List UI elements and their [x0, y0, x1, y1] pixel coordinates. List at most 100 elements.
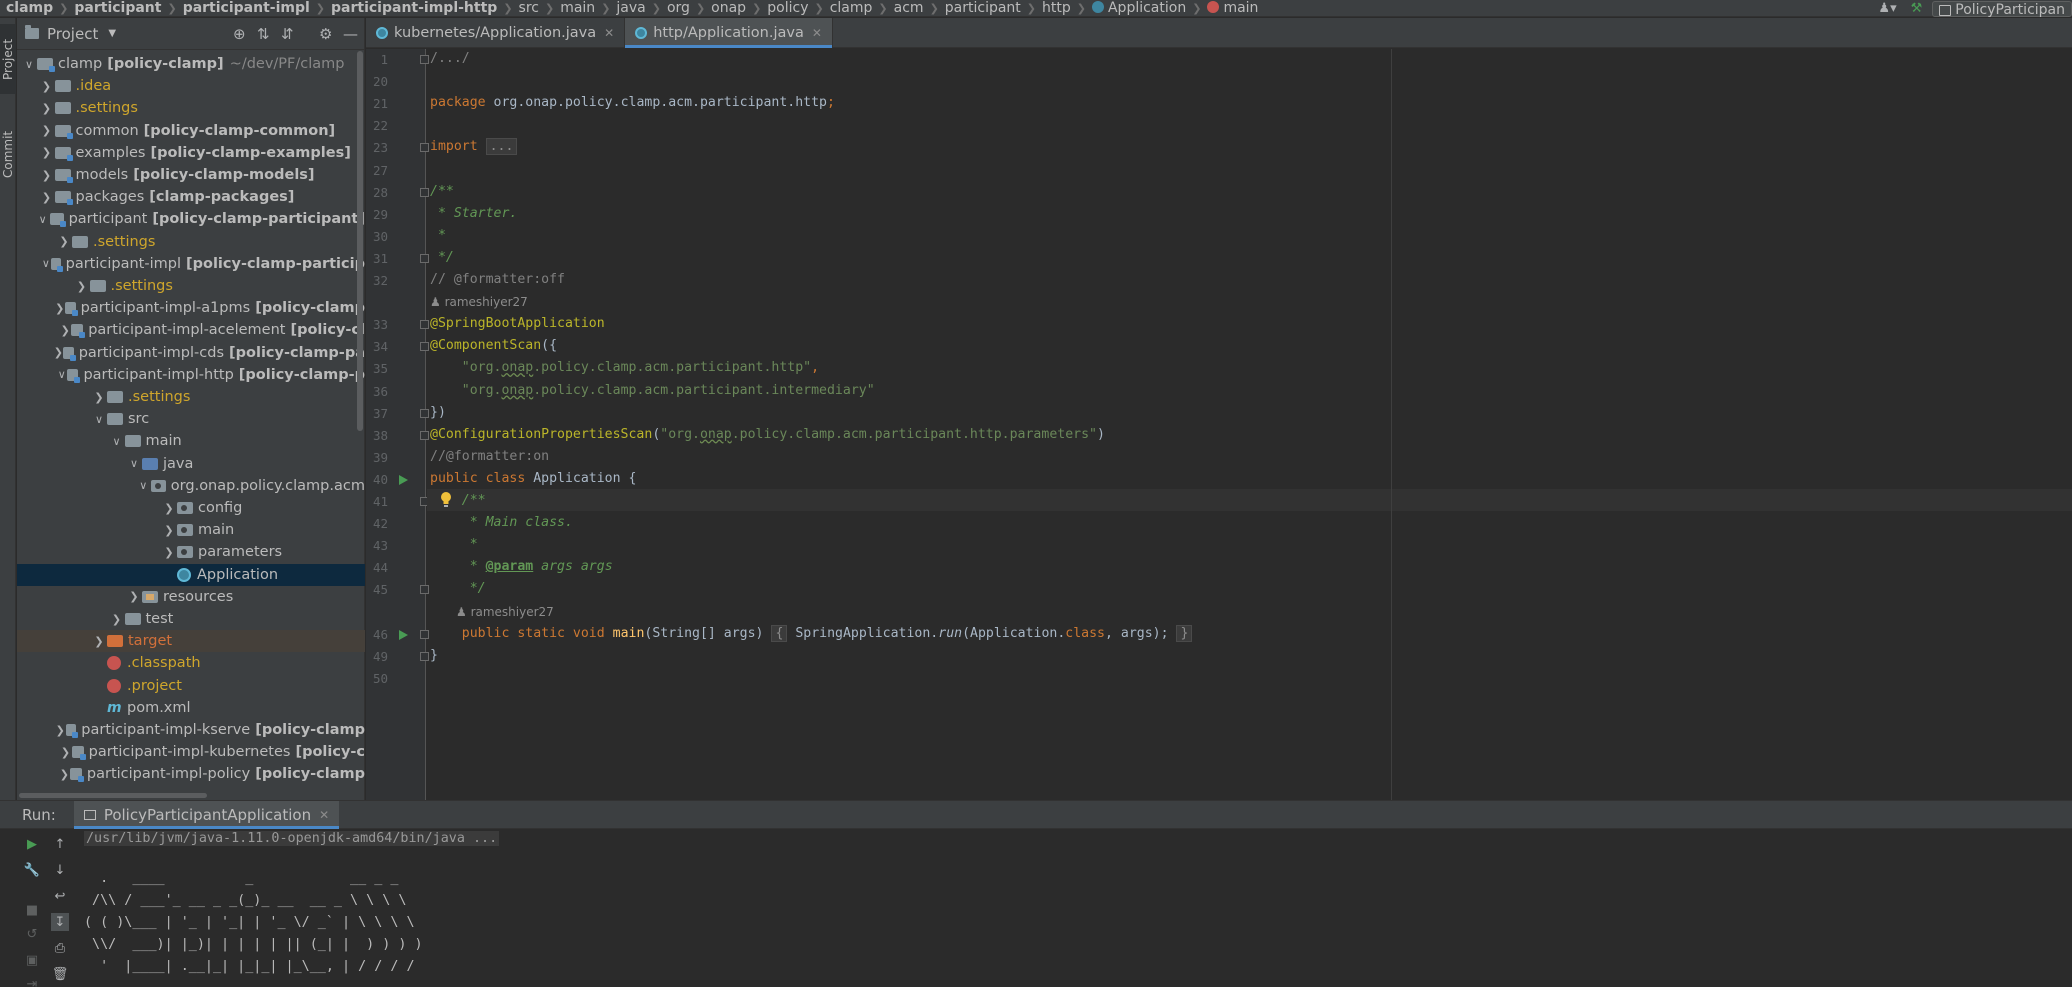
- print-icon[interactable]: ⎙: [51, 939, 69, 957]
- tree-item[interactable]: ∨ participant-impl [policy-clamp-particip: [17, 253, 365, 275]
- editor-tab[interactable]: http/Application.java ✕: [625, 18, 833, 48]
- stop-icon[interactable]: ■: [23, 901, 41, 919]
- gear-icon[interactable]: ⚙: [319, 25, 332, 43]
- trash-icon[interactable]: 🗑: [51, 965, 69, 983]
- tree-item[interactable]: ∨ src: [17, 408, 365, 430]
- tree-item[interactable]: ❯ participant-impl-cds [policy-clamp-pa: [17, 342, 365, 364]
- close-icon[interactable]: ✕: [812, 26, 822, 40]
- chevron-right-icon[interactable]: ❯: [39, 169, 55, 182]
- tree-item[interactable]: ❯ participant-impl-kubernetes [policy-c: [17, 741, 365, 763]
- close-icon[interactable]: ✕: [319, 808, 329, 822]
- tree-item[interactable]: .project: [17, 675, 365, 697]
- breadcrumb-item[interactable]: clamp: [830, 0, 873, 16]
- chevron-right-icon[interactable]: ❯: [161, 546, 177, 559]
- tree-item[interactable]: ∨ org.onap.policy.clamp.acm: [17, 475, 365, 497]
- breadcrumb-item[interactable]: Application: [1091, 0, 1186, 16]
- tree-item[interactable]: ❯ participant-impl-kserve [policy-clamp: [17, 719, 365, 741]
- tree-item[interactable]: ❯ main: [17, 519, 365, 541]
- chevron-right-icon[interactable]: ❯: [59, 324, 71, 337]
- chevron-down-icon[interactable]: ∨: [109, 435, 125, 448]
- run-tab[interactable]: PolicyParticipantApplication ✕: [73, 800, 340, 829]
- chevron-down-icon[interactable]: ∨: [56, 368, 67, 381]
- run-gutter-icon[interactable]: [399, 629, 408, 640]
- breadcrumb-item[interactable]: participant-impl-http: [331, 0, 497, 16]
- wrench-icon[interactable]: 🔧: [23, 861, 41, 879]
- chevron-down-icon[interactable]: ∨: [126, 457, 142, 470]
- chevron-right-icon[interactable]: ❯: [39, 124, 55, 137]
- run-configuration-selector[interactable]: PolicyParticipan: [1932, 0, 2072, 18]
- tree-item[interactable]: ❯ test: [17, 608, 365, 630]
- tree-item[interactable]: ∨ participant [policy-clamp-participant]: [17, 208, 365, 230]
- editor-tab[interactable]: kubernetes/Application.java ✕: [366, 18, 626, 48]
- tree-item[interactable]: ❯ .settings: [17, 97, 365, 119]
- tree-item[interactable]: m pom.xml: [17, 697, 365, 719]
- soft-wrap-icon[interactable]: ↩: [51, 887, 69, 905]
- chevron-down-icon[interactable]: ∨: [41, 257, 51, 270]
- breadcrumb-item[interactable]: main: [560, 0, 595, 16]
- tree-item[interactable]: ❯ target: [17, 630, 365, 653]
- run-gutter-icon[interactable]: [399, 474, 408, 485]
- tree-item[interactable]: Application: [17, 563, 365, 586]
- breadcrumb-item[interactable]: org: [667, 0, 690, 16]
- chevron-right-icon[interactable]: ❯: [39, 102, 55, 115]
- tree-item[interactable]: ∨ clamp [policy-clamp] ~/dev/PF/clamp: [17, 53, 365, 75]
- tree-item[interactable]: ❯ participant-impl-a1pms [policy-clamp: [17, 297, 365, 319]
- scroll-to-end-icon[interactable]: ↧: [51, 913, 69, 931]
- camera-icon[interactable]: ▣: [23, 951, 41, 969]
- code-editor[interactable]: 1 20 21 22 23 27 28 29 30 31 32 33 34 35 36 37 38 39 40 41 4…: [366, 49, 2072, 800]
- tree-item[interactable]: ❯ packages [clamp-packages]: [17, 186, 365, 208]
- hide-panel-icon[interactable]: —: [343, 25, 358, 43]
- fold-marker-icon[interactable]: [420, 651, 429, 661]
- console-output[interactable]: /usr/lib/jvm/java-1.11.0-openjdk-amd64/b…: [84, 829, 2072, 987]
- fold-marker-icon[interactable]: [420, 187, 429, 197]
- chevron-down-icon[interactable]: ∨: [36, 213, 50, 226]
- chevron-down-icon[interactable]: ∨: [21, 58, 37, 71]
- fold-marker-icon[interactable]: [420, 408, 429, 418]
- fold-marker-icon[interactable]: [420, 320, 429, 330]
- locate-file-icon[interactable]: ⊕: [233, 25, 246, 43]
- fold-marker-icon[interactable]: [420, 253, 429, 263]
- chevron-right-icon[interactable]: ❯: [91, 391, 107, 404]
- chevron-right-icon[interactable]: ❯: [161, 524, 177, 537]
- breadcrumb-item[interactable]: participant: [945, 0, 1021, 16]
- tree-item[interactable]: ❯ participant-impl-policy [policy-clamp: [17, 763, 365, 782]
- author-inlay-hint[interactable]: ♟ rameshiyer27: [430, 295, 528, 309]
- chevron-right-icon[interactable]: ❯: [91, 635, 107, 648]
- tree-item[interactable]: ∨ java: [17, 453, 365, 475]
- tree-item[interactable]: ❯ resources: [17, 586, 365, 608]
- tree-item[interactable]: ❯ .settings: [17, 231, 365, 253]
- fold-marker-icon[interactable]: [420, 55, 429, 64]
- tree-item[interactable]: ❯ .idea: [17, 75, 365, 97]
- restore-layout-icon[interactable]: ↺: [23, 925, 41, 943]
- tree-item[interactable]: ∨ participant-impl-http [policy-clamp-p: [17, 364, 365, 386]
- chevron-right-icon[interactable]: ❯: [109, 613, 125, 626]
- rerun-icon[interactable]: ▶: [23, 835, 41, 853]
- breadcrumb-item[interactable]: acm: [894, 0, 924, 16]
- tree-item[interactable]: ∨ main: [17, 430, 365, 452]
- breadcrumb-item[interactable]: participant-impl: [183, 0, 310, 16]
- fold-marker-icon[interactable]: [420, 585, 429, 595]
- tree-item[interactable]: ❯ common [policy-clamp-common]: [17, 120, 365, 142]
- tree-item[interactable]: ❯ participant-impl-acelement [policy-cl: [17, 319, 365, 341]
- breadcrumb-item[interactable]: onap: [711, 0, 746, 16]
- breadcrumb-item[interactable]: http: [1042, 0, 1071, 16]
- scrollbar-thumb[interactable]: [357, 51, 363, 431]
- tree-horizontal-scrollbar[interactable]: [17, 790, 365, 800]
- arrow-up-icon[interactable]: ↑: [51, 835, 69, 853]
- project-panel-title[interactable]: Project: [47, 25, 98, 43]
- chevron-down-icon[interactable]: ▼: [108, 28, 116, 39]
- tree-item[interactable]: .classpath: [17, 652, 365, 674]
- commit-tool-tab[interactable]: Commit: [0, 118, 16, 190]
- chevron-right-icon[interactable]: ❯: [58, 768, 70, 781]
- chevron-right-icon[interactable]: ❯: [53, 346, 63, 359]
- tree-vertical-scrollbar[interactable]: [356, 51, 364, 431]
- breadcrumb-item[interactable]: participant: [74, 0, 161, 16]
- fold-marker-icon[interactable]: [420, 629, 429, 639]
- chevron-right-icon[interactable]: ❯: [39, 80, 55, 93]
- chevron-down-icon[interactable]: ∨: [136, 479, 151, 492]
- fold-marker-icon[interactable]: [420, 430, 429, 440]
- arrow-down-icon[interactable]: ↓: [51, 861, 69, 879]
- scrollbar-thumb[interactable]: [19, 793, 207, 798]
- chevron-down-icon[interactable]: ∨: [91, 413, 107, 426]
- breadcrumb-item[interactable]: java: [616, 0, 645, 16]
